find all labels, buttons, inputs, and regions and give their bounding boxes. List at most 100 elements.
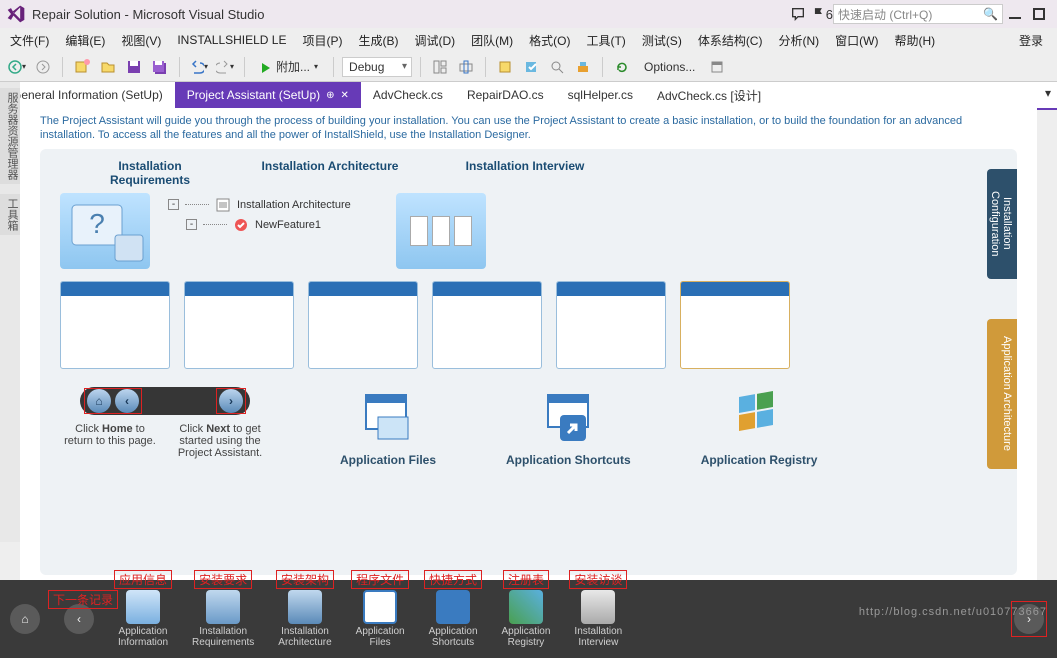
- menu-view[interactable]: 视图(V): [115, 30, 167, 51]
- annotation-shortcuts: 快捷方式: [424, 570, 482, 589]
- tab-advcheck-design[interactable]: AdvCheck.cs [设计]: [645, 82, 773, 108]
- wizard-thumb[interactable]: [432, 281, 542, 369]
- is-refresh-button[interactable]: [611, 56, 633, 78]
- vs-logo-icon: [6, 4, 26, 24]
- tree-root-label[interactable]: Installation Architecture: [237, 199, 351, 211]
- app-shortcuts-item[interactable]: Application Shortcuts: [506, 387, 631, 467]
- nav-back-button[interactable]: ‹: [115, 389, 139, 413]
- wizard-thumb[interactable]: [556, 281, 666, 369]
- bottom-nav: ⌂ ‹ 下一条记录 应用信息 ApplicationInformation 安装…: [0, 580, 1057, 658]
- menu-arch[interactable]: 体系结构(C): [692, 30, 769, 51]
- config-dropdown[interactable]: Debug: [342, 57, 412, 77]
- menu-installshield[interactable]: INSTALLSHIELD LE: [171, 31, 292, 49]
- is-package-button[interactable]: [494, 56, 516, 78]
- save-button[interactable]: [123, 56, 145, 78]
- maximize-button[interactable]: [1027, 3, 1051, 25]
- bottom-home-button[interactable]: ⌂: [10, 604, 40, 634]
- annotation-requirements: 安装要求: [194, 570, 252, 589]
- app-registry-item[interactable]: Application Registry: [701, 387, 818, 467]
- annotation-prev: 下一条记录: [48, 590, 118, 609]
- tab-overflow-button[interactable]: ▾: [1039, 82, 1057, 108]
- document-tabs: General Information (SetUp) Project Assi…: [0, 82, 1057, 110]
- nav-next-button[interactable]: ›: [219, 389, 243, 413]
- menu-debug[interactable]: 调试(D): [408, 30, 461, 51]
- bottom-app-registry[interactable]: 注册表 ApplicationRegistry: [502, 590, 551, 648]
- requirements-icon: ?: [60, 193, 150, 269]
- titlebar: Repair Solution - Microsoft Visual Studi…: [0, 0, 1057, 28]
- tab-general-information[interactable]: General Information (SetUp): [0, 82, 175, 108]
- menu-file[interactable]: 文件(F): [4, 30, 55, 51]
- nav-forward-button[interactable]: [32, 56, 54, 78]
- tab-advcheck[interactable]: AdvCheck.cs: [361, 82, 455, 108]
- wizard-thumb[interactable]: [60, 281, 170, 369]
- bottom-app-shortcuts[interactable]: 快捷方式 ApplicationShortcuts: [429, 590, 478, 648]
- close-icon[interactable]: ✕: [341, 90, 349, 101]
- tree-child-label[interactable]: NewFeature1: [255, 219, 321, 231]
- menu-format[interactable]: 格式(O): [523, 30, 576, 51]
- is-view-button[interactable]: [706, 56, 728, 78]
- annotation-interview: 安装访谈: [569, 570, 627, 589]
- sidetab-installation-configuration[interactable]: Installation Configuration: [987, 169, 1017, 279]
- menu-build[interactable]: 生成(B): [352, 30, 404, 51]
- attach-button[interactable]: 附加... ▾: [253, 55, 325, 78]
- app-files-item[interactable]: Application Files: [340, 387, 436, 467]
- tab-repairdao[interactable]: RepairDAO.cs: [455, 82, 556, 108]
- notification-icon[interactable]: [790, 6, 806, 22]
- open-button[interactable]: [97, 56, 119, 78]
- intro-text: The Project Assistant will guide you thr…: [20, 108, 1037, 145]
- bottom-install-architecture[interactable]: 安装架构 InstallationArchitecture: [278, 590, 331, 648]
- redo-button[interactable]: ▾: [214, 56, 236, 78]
- menu-window[interactable]: 窗口(W): [829, 30, 884, 51]
- wizard-thumb[interactable]: [184, 281, 294, 369]
- nav-home-button[interactable]: ⌂: [87, 389, 111, 413]
- is-wizard-button[interactable]: [520, 56, 542, 78]
- wizard-thumb[interactable]: [308, 281, 418, 369]
- wizard-thumb[interactable]: [680, 281, 790, 369]
- menu-project[interactable]: 项目(P): [296, 30, 348, 51]
- nav-next-hint: Click Next to get started using the Proj…: [170, 423, 270, 459]
- login-button[interactable]: 登录: [1009, 30, 1053, 51]
- options-button[interactable]: Options...: [637, 57, 702, 77]
- annotation-app-info: 应用信息: [114, 570, 172, 589]
- menu-team[interactable]: 团队(M): [465, 30, 519, 51]
- nav-back-button[interactable]: ▾: [6, 56, 28, 78]
- bottom-install-requirements[interactable]: 安装要求 InstallationRequirements: [192, 590, 254, 648]
- search-icon: 🔍: [983, 7, 998, 21]
- menu-test[interactable]: 测试(S): [636, 30, 688, 51]
- flag-indicator[interactable]: 6: [812, 7, 833, 22]
- header-interview: Installation Interview: [450, 159, 600, 187]
- menu-edit[interactable]: 编辑(E): [59, 30, 111, 51]
- toolbar: ▾ ▾ ▾ 附加... ▾ Debug Options...: [0, 52, 1057, 82]
- menu-help[interactable]: 帮助(H): [888, 30, 941, 51]
- minimize-button[interactable]: [1003, 3, 1027, 25]
- layout-grid-button[interactable]: [429, 56, 451, 78]
- save-all-button[interactable]: [149, 56, 171, 78]
- quick-launch-placeholder: 快速启动 (Ctrl+Q): [838, 6, 932, 23]
- bottom-app-files[interactable]: 程序文件 ApplicationFiles: [356, 590, 405, 648]
- bottom-install-interview[interactable]: 安装访谈 InstallationInterview: [574, 590, 622, 648]
- is-misc-button[interactable]: [572, 56, 594, 78]
- tree-collapse-icon[interactable]: -: [168, 199, 179, 210]
- is-search-button[interactable]: [546, 56, 568, 78]
- layout-split-button[interactable]: [455, 56, 477, 78]
- menu-tools[interactable]: 工具(T): [580, 30, 631, 51]
- options-label: Options...: [644, 60, 695, 74]
- bottom-app-information[interactable]: 应用信息 ApplicationInformation: [118, 590, 168, 648]
- tree-collapse-icon[interactable]: -: [186, 219, 197, 230]
- header-architecture: Installation Architecture: [250, 159, 410, 187]
- sidetab-application-architecture[interactable]: Application Architecture: [987, 319, 1017, 469]
- undo-button[interactable]: ▾: [188, 56, 210, 78]
- new-project-button[interactable]: [71, 56, 93, 78]
- sidebar-server-explorer[interactable]: 服务器资源管理器: [0, 88, 20, 184]
- sidebar-toolbox[interactable]: 工具箱: [0, 194, 20, 235]
- architecture-node-icon: [215, 197, 231, 213]
- quick-launch-input[interactable]: 快速启动 (Ctrl+Q) 🔍: [833, 4, 1003, 24]
- menubar: 文件(F) 编辑(E) 视图(V) INSTALLSHIELD LE 项目(P)…: [0, 28, 1057, 52]
- tab-sqlhelper[interactable]: sqlHelper.cs: [556, 82, 645, 108]
- window-title: Repair Solution - Microsoft Visual Studi…: [32, 7, 264, 22]
- app-files-label: Application Files: [340, 453, 436, 467]
- menu-analyze[interactable]: 分析(N): [772, 30, 825, 51]
- nav-box: ⌂ ‹ › Click Home to return to this page.…: [60, 387, 270, 467]
- tab-project-assistant[interactable]: Project Assistant (SetUp) ⊕ ✕: [175, 82, 361, 108]
- pin-icon[interactable]: ⊕: [326, 90, 334, 101]
